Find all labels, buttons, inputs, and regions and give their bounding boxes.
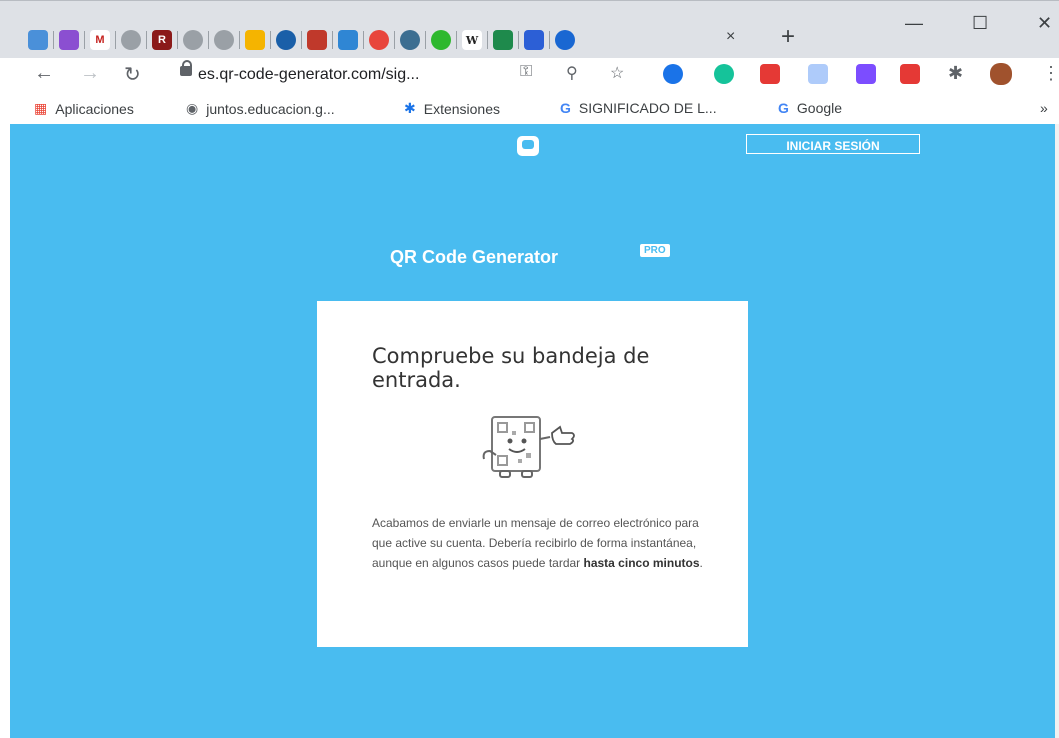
- card-heading: Compruebe su bandeja de entrada.: [372, 344, 650, 392]
- address-bar[interactable]: es.qr-code-generator.com/sig...: [180, 60, 650, 90]
- tab-strip: M R W × + — ☐ ✕: [0, 0, 1059, 50]
- google-icon: G: [778, 100, 789, 116]
- back-icon[interactable]: ←: [34, 62, 54, 85]
- card-message-emphasis: hasta cinco minutos: [583, 556, 700, 570]
- maximize-button[interactable]: ☐: [972, 13, 988, 34]
- page-title: QR Code Generator: [390, 247, 559, 267]
- extension-icon[interactable]: [856, 64, 876, 84]
- globe-icon: ◉: [186, 100, 199, 116]
- pro-badge: PRO: [640, 244, 670, 257]
- menu-icon[interactable]: ⋮: [1042, 63, 1059, 84]
- confirmation-card: Compruebe su bandeja de entrada. Acabamo…: [317, 301, 748, 647]
- bookmark-significado[interactable]: G SIGNIFICADO DE L...: [560, 100, 717, 116]
- apps-grid-icon: ▦: [34, 100, 48, 116]
- arrow-tab-icon[interactable]: [493, 30, 513, 50]
- forward-icon[interactable]: →: [80, 62, 100, 85]
- key-icon[interactable]: ⚿: [520, 63, 532, 81]
- r-tab-icon[interactable]: R: [152, 30, 172, 50]
- new-tab-button[interactable]: +: [781, 23, 795, 51]
- number-tab-icon[interactable]: [431, 30, 451, 50]
- site-logo[interactable]: [517, 136, 539, 156]
- avatar[interactable]: [990, 63, 1012, 85]
- bookmark-juntos[interactable]: ◉ juntos.educacion.g...: [186, 100, 335, 117]
- bookmark-extensiones[interactable]: ✱ Extensiones: [404, 100, 500, 117]
- puzzle-icon[interactable]: ✱: [948, 63, 963, 84]
- tab-favicon[interactable]: [28, 30, 48, 50]
- outlook-tab-icon[interactable]: [338, 30, 358, 50]
- blocks-tab-icon[interactable]: [245, 30, 265, 50]
- zoom-icon[interactable]: ⚲: [566, 63, 578, 83]
- more-bookmarks-icon[interactable]: »: [1040, 100, 1048, 116]
- gear-tab-icon[interactable]: [400, 30, 420, 50]
- grammarly-icon[interactable]: [714, 64, 734, 84]
- adblock-icon[interactable]: [760, 64, 780, 84]
- book-tab-icon[interactable]: [307, 30, 327, 50]
- qr-mascot-illustration: [482, 416, 575, 478]
- card-message: Acabamos de enviarle un mensaje de corre…: [372, 516, 703, 570]
- m-tab-icon[interactable]: [524, 30, 544, 50]
- extension-icon[interactable]: [900, 64, 920, 84]
- globe-tab-icon[interactable]: [121, 30, 141, 50]
- star-icon[interactable]: ☆: [610, 63, 624, 83]
- tab-favicon[interactable]: [59, 30, 79, 50]
- wikipedia-tab-icon[interactable]: W: [462, 30, 482, 50]
- globe-tab-icon[interactable]: [214, 30, 234, 50]
- browser-toolbar: ← → ↻ es.qr-code-generator.com/sig... ⚿ …: [0, 58, 1059, 94]
- puzzle-icon: ✱: [404, 100, 416, 116]
- pinned-tabs: M R W: [28, 27, 580, 53]
- bookmark-google[interactable]: G Google: [778, 100, 842, 116]
- docs-icon[interactable]: [808, 64, 828, 84]
- lock-icon: [180, 60, 192, 76]
- globe-tab-icon[interactable]: [183, 30, 203, 50]
- active-tab-icon[interactable]: [555, 30, 575, 50]
- bookmarks-bar: ▦ Aplicaciones ◉ juntos.educacion.g... ✱ Ex…: [0, 94, 1059, 125]
- close-window-button[interactable]: ✕: [1037, 13, 1052, 34]
- reload-icon[interactable]: ↻: [124, 62, 141, 87]
- bookmark-apps[interactable]: ▦ Aplicaciones: [34, 100, 134, 117]
- g-tab-icon[interactable]: [369, 30, 389, 50]
- p-tab-icon[interactable]: [276, 30, 296, 50]
- extension-icon[interactable]: [663, 64, 683, 84]
- login-button[interactable]: INICIAR SESIÓN: [746, 134, 920, 154]
- close-tab-icon[interactable]: ×: [726, 28, 735, 46]
- minimize-button[interactable]: —: [905, 13, 923, 34]
- url-text[interactable]: es.qr-code-generator.com/sig...: [198, 66, 419, 84]
- google-icon: G: [560, 100, 571, 116]
- gmail-tab-icon[interactable]: M: [90, 30, 110, 50]
- scrollbar[interactable]: [1055, 124, 1059, 738]
